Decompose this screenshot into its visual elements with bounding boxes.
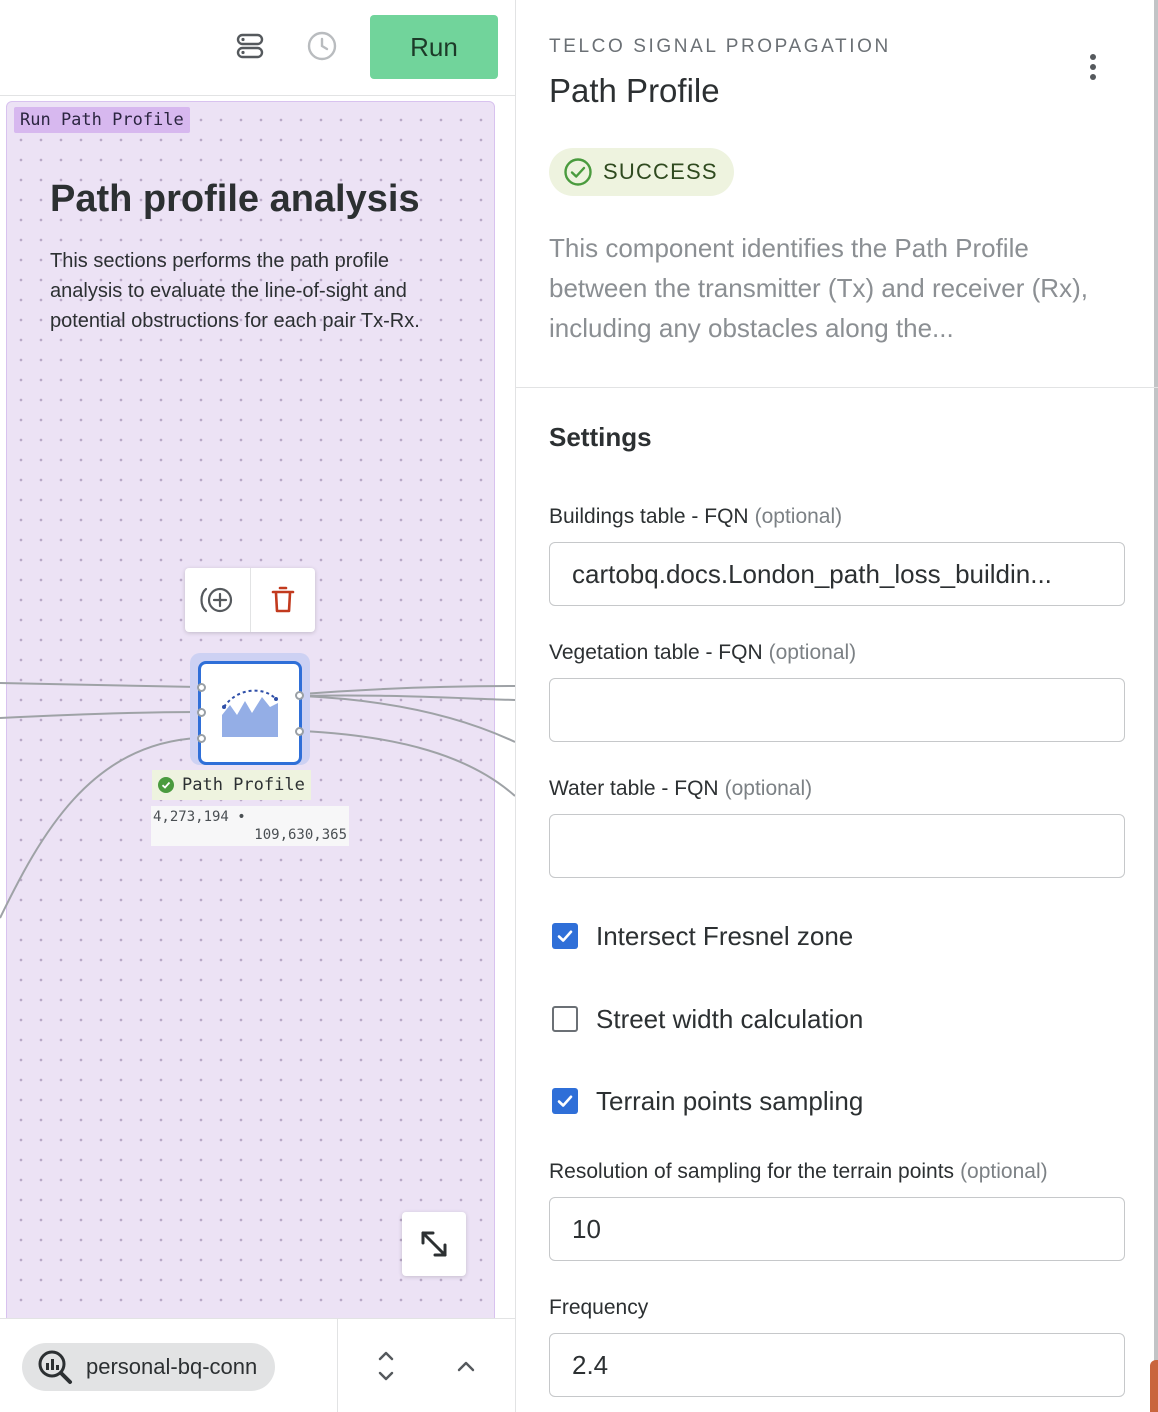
checkbox-checked-icon[interactable]	[552, 923, 578, 949]
checkbox-checked-icon[interactable]	[552, 1088, 578, 1114]
workflow-canvas-area: Run Run Path Profile Path profile analys…	[0, 0, 515, 1412]
input-port[interactable]	[197, 734, 206, 743]
workflow-canvas[interactable]: Run Path Profile Path profile analysis T…	[0, 96, 515, 1318]
water-table-label: Water table - FQN (optional)	[549, 777, 1125, 801]
connection-name: personal-bq-conn	[86, 1354, 258, 1379]
buildings-table-label: Buildings table - FQN (optional)	[549, 505, 1125, 529]
expand-collapse-icon[interactable]	[369, 1349, 403, 1383]
bottom-bar-divider	[337, 1319, 338, 1412]
trash-icon[interactable]	[250, 568, 315, 632]
vegetation-table-input[interactable]	[549, 678, 1125, 742]
input-port[interactable]	[197, 708, 206, 717]
success-check-icon	[564, 158, 592, 186]
run-button[interactable]: Run	[370, 15, 498, 79]
history-clock-icon[interactable]	[304, 28, 340, 64]
edge-out-3	[301, 695, 515, 743]
component-category: TELCO SIGNAL PROPAGATION	[549, 36, 891, 57]
node-label-text: Path Profile	[182, 775, 305, 795]
water-table-label-text: Water table - FQN	[549, 777, 719, 800]
panel-edge-handle[interactable]	[1150, 1360, 1158, 1412]
node-label[interactable]: Path Profile	[152, 770, 311, 800]
checkbox-label: Street width calculation	[596, 1003, 864, 1034]
street-width-calculation-checkbox[interactable]: Street width calculation	[552, 1003, 863, 1035]
component-description: This component identifies the Path Profi…	[549, 233, 1088, 343]
section-divider	[516, 387, 1158, 388]
status-text: SUCCESS	[603, 159, 718, 184]
component-settings-panel: TELCO SIGNAL PROPAGATION Path Profile SU…	[515, 0, 1158, 1412]
connection-chip[interactable]: personal-bq-conn	[22, 1343, 276, 1391]
edge-out-1	[301, 685, 515, 695]
resolution-value: 10	[572, 1213, 601, 1244]
edge-in-1	[0, 682, 199, 688]
expand-arrows-icon	[421, 1231, 447, 1257]
frequency-value: 2.4	[572, 1349, 609, 1380]
bigquery-icon	[38, 1350, 72, 1384]
node-row-counts: 4,273,194 • 109,630,365	[151, 806, 349, 846]
checkbox-label: Terrain points sampling	[596, 1085, 864, 1116]
vegetation-table-label-text: Vegetation table - FQN	[549, 641, 763, 664]
frequency-label-text: Frequency	[549, 1296, 649, 1319]
frequency-label: Frequency	[549, 1296, 1125, 1320]
optional-hint: (optional)	[768, 641, 857, 664]
settings-heading: Settings	[549, 422, 652, 452]
optional-hint: (optional)	[754, 505, 843, 528]
path-profile-node[interactable]	[198, 661, 302, 765]
frequency-input[interactable]: 2.4	[549, 1333, 1125, 1397]
chevron-up-icon[interactable]	[449, 1349, 483, 1383]
resolution-label: Resolution of sampling for the terrain p…	[549, 1160, 1125, 1184]
optional-hint: (optional)	[724, 777, 813, 800]
checkbox-label: Intersect Fresnel zone	[596, 920, 854, 951]
intersect-fresnel-zone-checkbox[interactable]: Intersect Fresnel zone	[552, 920, 853, 952]
resolution-input[interactable]: 10	[549, 1197, 1125, 1261]
input-port[interactable]	[197, 683, 206, 692]
fit-view-button[interactable]	[402, 1212, 466, 1276]
status-badge: SUCCESS	[549, 148, 734, 196]
resolution-label-text: Resolution of sampling for the terrain p…	[549, 1160, 955, 1183]
layers-toggle-icon[interactable]	[232, 28, 268, 64]
component-title: Path Profile	[549, 72, 720, 109]
canvas-toolbar: Run	[0, 0, 515, 96]
buildings-table-input[interactable]: cartobq.docs.London_path_loss_buildin...	[549, 542, 1125, 606]
more-options-icon[interactable]	[1078, 50, 1108, 84]
optional-hint: (optional)	[960, 1160, 1048, 1183]
output-row-count: 109,630,365	[254, 827, 347, 843]
edge-out-4	[301, 730, 515, 797]
water-table-input[interactable]	[549, 814, 1125, 878]
output-port[interactable]	[295, 691, 304, 700]
edge-in-2	[0, 711, 199, 719]
success-check-icon	[158, 777, 174, 793]
add-connected-icon[interactable]	[185, 568, 250, 632]
buildings-table-value: cartobq.docs.London_path_loss_buildin...	[572, 558, 1052, 589]
buildings-table-label-text: Buildings table - FQN	[549, 505, 749, 528]
output-port[interactable]	[295, 727, 304, 736]
node-action-bar	[185, 568, 315, 632]
input-row-count: 4,273,194 •	[153, 809, 246, 825]
terrain-points-sampling-checkbox[interactable]: Terrain points sampling	[552, 1085, 863, 1117]
terrain-profile-icon	[222, 689, 278, 737]
checkbox-unchecked-icon[interactable]	[552, 1006, 578, 1032]
panel-scrollbar-track[interactable]	[1154, 0, 1158, 1412]
vegetation-table-label: Vegetation table - FQN (optional)	[549, 641, 1125, 665]
canvas-bottom-bar: personal-bq-conn	[0, 1318, 515, 1412]
